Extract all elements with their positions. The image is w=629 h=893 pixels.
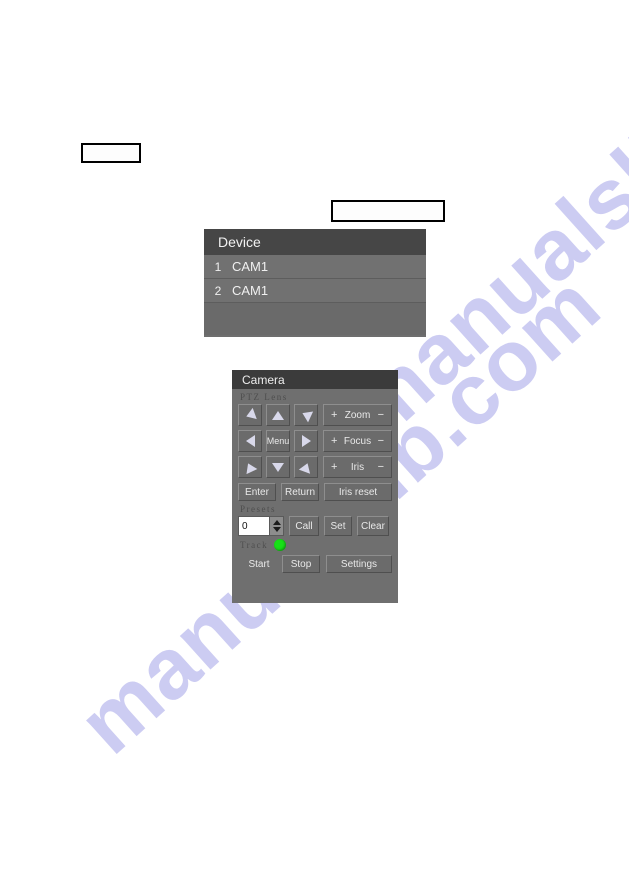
camera-control-panel: Camera PTZ Lens Menu + Zoom − + Focus − … <box>232 370 398 603</box>
ptz-pan-down-right-button[interactable] <box>294 456 318 478</box>
device-list-panel: Device 1 CAM1 2 CAM1 <box>204 229 426 337</box>
preset-stepper-buttons[interactable] <box>269 517 283 535</box>
arrow-down-icon <box>272 462 284 472</box>
ptz-tilt-down-button[interactable] <box>266 456 290 478</box>
lens-controls: + Zoom − + Focus − + Iris − <box>323 404 392 478</box>
track-row: Track <box>232 536 398 551</box>
ptz-pan-right-button[interactable] <box>294 430 318 452</box>
track-start-button[interactable]: Start <box>242 555 276 573</box>
iris-minus-icon[interactable]: − <box>378 461 384 473</box>
track-settings-button[interactable]: Settings <box>326 555 392 573</box>
preset-set-button[interactable]: Set <box>324 516 352 536</box>
callout-box-1 <box>81 143 141 163</box>
table-row[interactable]: 2 CAM1 <box>204 279 426 303</box>
enter-button[interactable]: Enter <box>238 483 276 501</box>
track-label: Track <box>240 540 269 550</box>
arrow-down-left-icon <box>242 460 258 474</box>
device-list-empty-area <box>204 303 426 335</box>
arrow-up-icon <box>272 410 284 420</box>
ptz-pan-up-right-button[interactable] <box>294 404 318 426</box>
ptz-action-row: Enter Return Iris reset <box>232 478 398 501</box>
arrow-up-left-icon <box>243 407 257 423</box>
device-row-name: CAM1 <box>232 259 269 274</box>
track-buttons-row: Start Stop Settings <box>232 551 398 573</box>
preset-clear-button[interactable]: Clear <box>357 516 389 536</box>
presets-row: 0 Call Set Clear <box>232 516 398 536</box>
ptz-pan-up-left-button[interactable] <box>238 404 262 426</box>
iris-label: Iris <box>350 461 365 473</box>
device-panel-title: Device <box>204 229 426 255</box>
stepper-down-icon[interactable] <box>272 527 281 532</box>
ptz-pan-left-button[interactable] <box>238 430 262 452</box>
focus-control[interactable]: + Focus − <box>323 430 392 452</box>
presets-section-label: Presets <box>240 504 276 514</box>
stepper-up-icon[interactable] <box>272 520 281 525</box>
preset-number-input[interactable]: 0 <box>239 517 269 535</box>
iris-reset-button[interactable]: Iris reset <box>324 483 392 501</box>
device-row-number: 2 <box>214 283 222 298</box>
device-row-name: CAM1 <box>232 283 269 298</box>
track-stop-button[interactable]: Stop <box>282 555 320 573</box>
arrow-down-right-icon <box>298 460 314 474</box>
focus-label: Focus <box>343 435 372 447</box>
ptz-menu-button[interactable]: Menu <box>266 430 290 452</box>
zoom-minus-icon[interactable]: − <box>378 409 384 421</box>
ptz-tilt-up-button[interactable] <box>266 404 290 426</box>
arrow-up-right-icon <box>299 407 313 423</box>
focus-minus-icon[interactable]: − <box>378 435 384 447</box>
iris-control[interactable]: + Iris − <box>323 456 392 478</box>
ptz-pan-down-left-button[interactable] <box>238 456 262 478</box>
arrow-left-icon <box>245 435 255 447</box>
preset-call-button[interactable]: Call <box>289 516 319 536</box>
arrow-right-icon <box>301 435 311 447</box>
ptz-direction-pad: Menu <box>238 404 318 478</box>
zoom-label: Zoom <box>344 409 371 421</box>
zoom-control[interactable]: + Zoom − <box>323 404 392 426</box>
preset-number-stepper[interactable]: 0 <box>238 516 284 536</box>
callout-box-2 <box>331 200 445 222</box>
ptz-lens-area: Menu + Zoom − + Focus − + Iris − <box>232 404 398 478</box>
ptz-lens-section-label: PTZ Lens <box>240 392 288 402</box>
camera-panel-title: Camera <box>232 370 398 389</box>
device-row-number: 1 <box>214 259 222 274</box>
table-row[interactable]: 1 CAM1 <box>204 255 426 279</box>
return-button[interactable]: Return <box>281 483 319 501</box>
track-status-indicator <box>274 539 287 551</box>
